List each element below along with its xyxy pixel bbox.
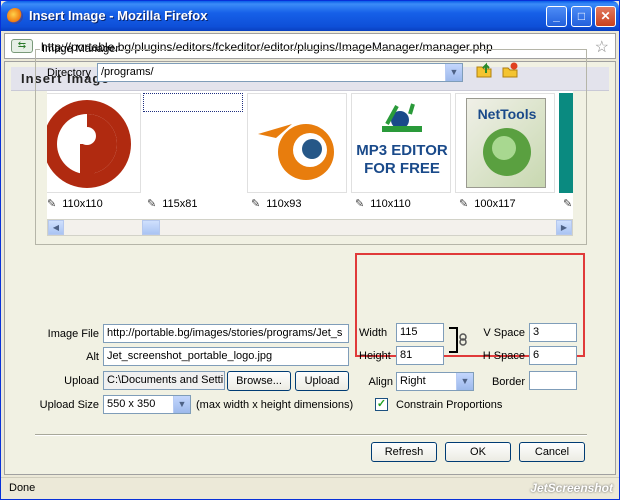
maximize-button[interactable]: □ [571,6,592,27]
thumbnail-info: ✎ 110x110 [47,197,103,210]
chevron-down-icon[interactable]: ▼ [173,396,190,413]
upload-size-select[interactable]: 550 x 350 ▼ [103,395,191,414]
edit-pencil-icon[interactable]: ✎ [459,197,468,210]
image-manager-legend: Image Manager [42,43,120,55]
align-value: Right [400,375,426,387]
image-file-input[interactable]: http://portable.bg/images/stories/progra… [103,324,349,343]
divider [35,434,587,436]
alt-label: Alt [86,351,99,363]
thumbnail-nettools[interactable]: NetTools [455,93,555,193]
thumbnail-size: 110x110 [62,198,103,210]
border-input[interactable] [529,371,577,390]
status-bar: Done JetScreenshot [1,477,619,499]
thumbnail-blender-logo[interactable] [247,93,347,193]
directory-label: Directory [47,67,92,79]
title-bar[interactable]: Insert Image - Mozilla Firefox _ □ ✕ [1,1,619,31]
thumbnail-info: ✎ 110x93 [251,197,302,210]
window-title: Insert Image - Mozilla Firefox [29,8,208,23]
thumbnail-info: ✎ 115x81 [147,197,198,210]
align-label: Align [368,376,393,388]
edit-pencil-icon[interactable]: ✎ [47,197,56,210]
thumbnail-partial[interactable] [559,93,573,193]
scroll-thumb[interactable] [142,220,160,235]
constrain-link-icon[interactable] [447,326,469,354]
edit-pencil-icon[interactable]: ✎ [251,197,260,210]
new-folder-icon[interactable] [501,61,519,79]
site-identity-icon[interactable]: ⇆ [11,39,33,53]
close-button[interactable]: ✕ [595,6,616,27]
horizontal-scrollbar[interactable]: ◀ ▶ [47,219,573,236]
firefox-icon [7,8,23,24]
height-input[interactable]: 81 [396,346,444,365]
thumbnail-size: 110x93 [266,198,302,210]
upload-size-value: 550 x 350 [107,398,156,410]
thumbnail-red-logo[interactable] [47,93,141,193]
width-input[interactable]: 115 [396,323,444,342]
thumbnail-strip: MP3 EDITOR FOR FREE NetTools ✎ 110x110 ✎ 1… [47,91,573,221]
chevron-down-icon[interactable]: ▼ [445,64,462,81]
upload-size-hint: (max width x height dimensions) [196,399,354,411]
height-label: Height [359,350,391,362]
constrain-label: Constrain Proportions [396,399,503,411]
edit-pencil-icon[interactable]: ✎ [563,197,572,210]
minimize-button[interactable]: _ [546,6,567,27]
ok-button[interactable]: OK [445,442,511,462]
thumbnail-size: 110x110 [370,198,411,210]
upload-file-input[interactable]: C:\Documents and Setti [103,371,225,390]
edit-pencil-icon[interactable]: ✎ [355,197,364,210]
chevron-down-icon[interactable]: ▼ [456,373,473,390]
upload-size-label: Upload Size [39,399,99,411]
scroll-right-icon[interactable]: ▶ [556,220,572,235]
thumbnail-info: ✎ [563,197,573,210]
nettools-caption: NetTools [477,106,537,122]
refresh-button[interactable]: Refresh [371,442,437,462]
thumbnail-size: 115x81 [162,198,198,210]
constrain-checkbox[interactable]: ✓ [375,398,388,411]
vspace-label: V Space [483,327,525,339]
vspace-input[interactable]: 3 [529,323,577,342]
bookmark-star-icon[interactable]: ☆ [595,37,609,57]
upload-button[interactable]: Upload [295,371,349,391]
hspace-label: H Space [482,350,525,362]
thumbnail-info: ✎ 100x117 [459,197,516,210]
align-select[interactable]: Right ▼ [396,372,474,391]
thumbnail-size: 100x117 [474,198,516,210]
directory-value: /programs/ [101,66,154,78]
thumbnail-info: ✎ 110x110 [355,197,411,210]
browse-button[interactable]: Browse... [227,371,291,391]
width-label: Width [359,327,388,339]
watermark: JetScreenshot [530,481,613,495]
thumbnail-orange-swirl[interactable] [143,93,243,112]
scroll-left-icon[interactable]: ◀ [48,220,64,235]
cancel-button[interactable]: Cancel [519,442,585,462]
thumbnail-mp3-editor[interactable]: MP3 EDITOR FOR FREE [351,93,451,193]
status-text: Done [9,482,36,494]
folder-up-icon[interactable] [475,61,493,79]
browser-window: Insert Image - Mozilla Firefox _ □ ✕ ⇆ h… [0,0,620,500]
mp3-editor-caption: MP3 EDITOR FOR FREE [356,142,448,177]
alt-input[interactable]: Jet_screenshot_portable_logo.jpg [103,347,349,366]
hspace-input[interactable]: 6 [529,346,577,365]
upload-label: Upload [64,375,99,387]
edit-pencil-icon[interactable]: ✎ [147,197,156,210]
border-label: Border [491,376,525,388]
image-file-label: Image File [47,328,99,340]
directory-select[interactable]: /programs/ ▼ [97,63,463,82]
